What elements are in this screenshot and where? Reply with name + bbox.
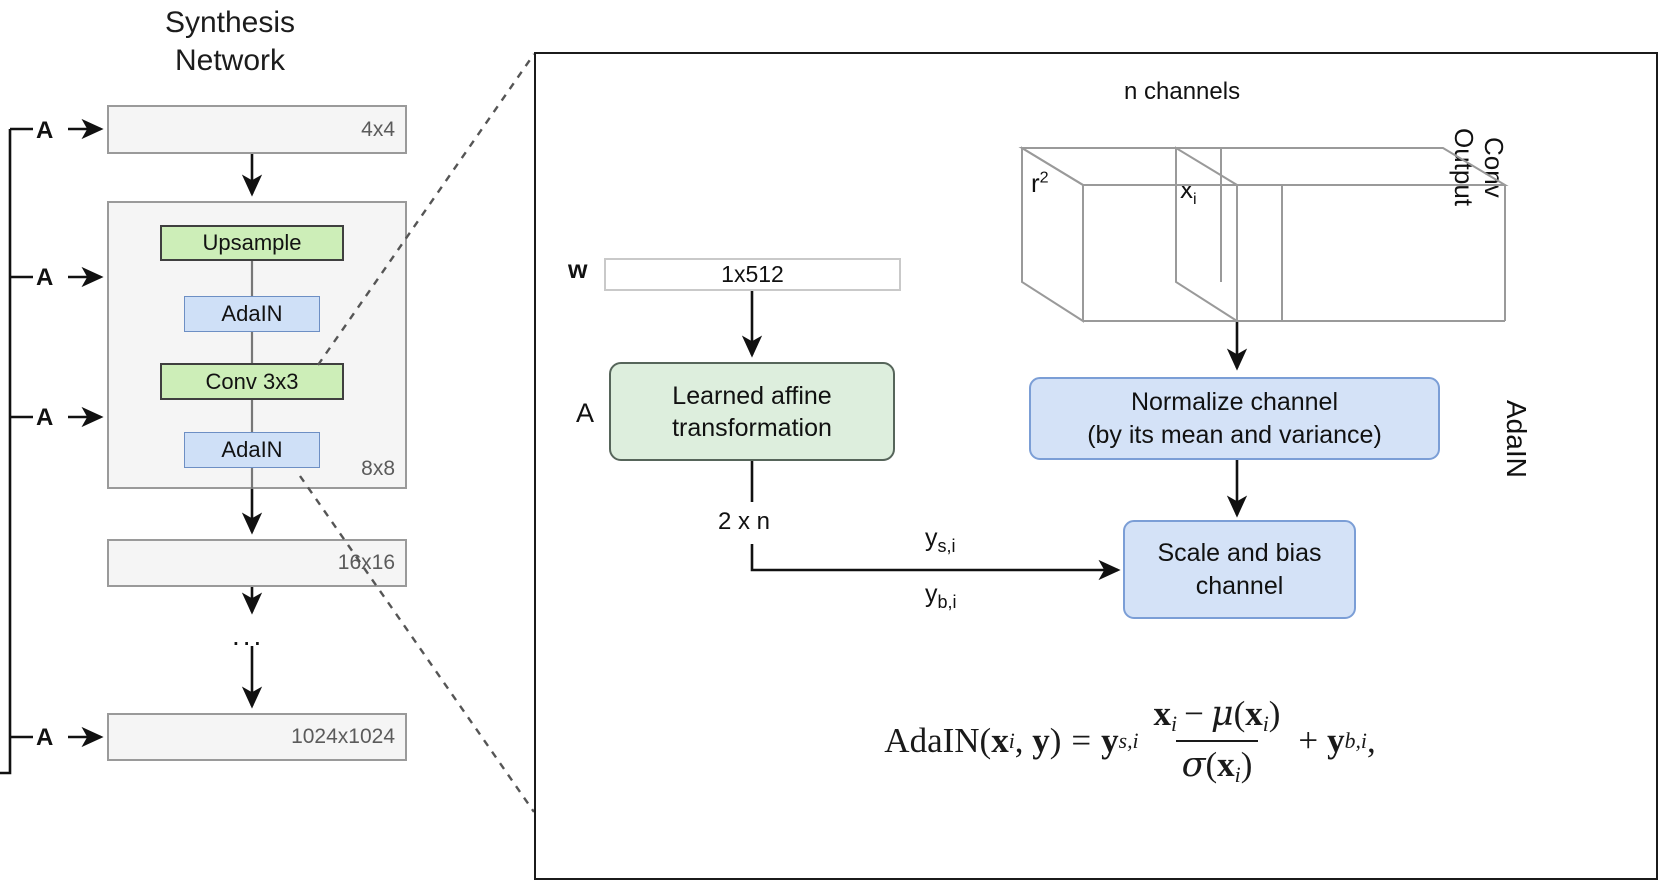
eq-equals: = (1071, 721, 1092, 760)
adain-equation: AdaIN(x i, y) = y s,i xi − μ(xi) σ(xi) + y b,… (770, 686, 1490, 796)
eq-mu-arg: x (1245, 694, 1263, 734)
eq-scale-sym: y (1101, 721, 1119, 760)
eq-lhs-arg2: y (1032, 721, 1050, 760)
eq-plus: + (1298, 721, 1319, 760)
eq-bias-sym: y (1327, 721, 1345, 760)
eq-sigma: σ (1181, 744, 1206, 785)
eq-fraction: xi − μ(xi) σ(xi) (1148, 694, 1287, 787)
eq-denominator: σ(xi) (1175, 739, 1259, 788)
eq-num-x: x (1153, 694, 1172, 734)
eq-bias-sub: b,i (1344, 728, 1367, 753)
eq-sigma-arg: x (1217, 744, 1235, 784)
synthesis-network-connectors (0, 53, 535, 813)
eq-scale-sub: s,i (1118, 728, 1139, 753)
eq-numerator: xi − μ(xi) (1153, 694, 1281, 737)
eq-minus: − (1184, 694, 1204, 734)
eq-lhs-name: AdaIN (884, 721, 980, 760)
eq-mu: μ (1210, 694, 1234, 735)
conv-output-cube (1018, 146, 1509, 323)
eq-lhs-arg1: x (991, 721, 1009, 760)
eq-trailing-comma: , (1366, 721, 1376, 760)
adain-equation-expression: AdaIN(x i, y) = y s,i xi − μ(xi) σ(xi) + y b,… (884, 694, 1376, 787)
